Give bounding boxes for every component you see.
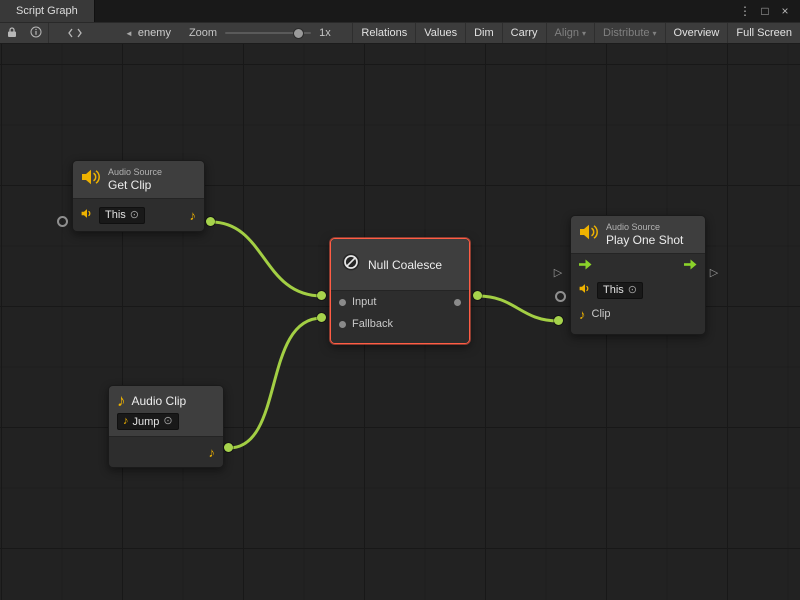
object-picker-icon: ⊙ [628, 285, 637, 296]
nullcoalesce-output-endpoint[interactable] [473, 291, 482, 300]
node-play-one-shot-header: Audio Source Play One Shot [571, 216, 705, 254]
node-category: Audio Source [606, 222, 683, 233]
nullcoalesce-fallback-endpoint[interactable] [317, 313, 326, 322]
toolbar-buttons: Relations Values Dim Carry Align▾ Distri… [352, 23, 800, 43]
values-button[interactable]: Values [415, 23, 465, 43]
breadcrumb-arrow-icon: ◄ [125, 29, 133, 38]
maximize-icon[interactable]: □ [756, 2, 774, 20]
playoneshot-clip-endpoint[interactable] [554, 316, 563, 325]
audio-clip-icon: ♪ [190, 209, 197, 222]
toolbar-separator [48, 23, 49, 43]
input-port[interactable] [339, 299, 346, 306]
flow-in-arrow-icon[interactable] [579, 257, 592, 275]
node-title: Audio Clip [132, 394, 187, 408]
object-picker-icon: ⊙ [163, 416, 172, 427]
code-view-button[interactable] [63, 23, 87, 43]
audioclip-output-port[interactable] [224, 443, 233, 452]
this-target-field[interactable]: This ⊙ [597, 282, 643, 299]
graph-toolbar: ◄ enemy Zoom 1x Relations Values Dim Car… [0, 22, 800, 44]
lock-button[interactable] [0, 23, 24, 43]
node-category: Audio Source [108, 167, 162, 178]
code-icon [68, 26, 82, 41]
playoneshot-this-input-port[interactable] [555, 291, 566, 302]
audio-clip-value-field[interactable]: ♪ Jump ⊙ [117, 413, 179, 430]
flow-out-port[interactable]: ▷ [708, 266, 720, 280]
node-title: Play One Shot [606, 233, 683, 247]
node-audio-clip[interactable]: ♪ Audio Clip ♪ Jump ⊙ ♪ [108, 385, 224, 468]
audio-clip-icon: ♪ [123, 416, 129, 427]
dim-button[interactable]: Dim [465, 23, 502, 43]
node-null-coalesce[interactable]: Null Coalesce Input Fallback [330, 238, 470, 344]
tab-title: Script Graph [16, 5, 78, 17]
chevron-down-icon: ▾ [582, 29, 586, 38]
flow-in-port[interactable]: ▷ [552, 266, 564, 280]
node-null-coalesce-header: Null Coalesce [331, 239, 469, 291]
node-play-one-shot[interactable]: Audio Source Play One Shot This ⊙ [570, 215, 706, 335]
audio-source-icon [579, 281, 591, 299]
node-title: Null Coalesce [368, 258, 442, 272]
this-target-field[interactable]: This ⊙ [99, 207, 145, 224]
distribute-button[interactable]: Distribute▾ [594, 23, 664, 43]
node-audio-clip-header: ♪ Audio Clip ♪ Jump ⊙ [109, 386, 223, 437]
breadcrumb-label: enemy [138, 27, 171, 39]
fullscreen-button[interactable]: Full Screen [727, 23, 800, 43]
getclip-output-port[interactable] [206, 217, 215, 226]
nullcoalesce-input-endpoint[interactable] [317, 291, 326, 300]
audio-source-icon [81, 206, 93, 224]
audio-clip-icon: ♪ [209, 446, 216, 459]
tab-bar: Script Graph ⋮ □ × [0, 0, 800, 22]
script-graph-window: Script Graph ⋮ □ × ◄ enemy [0, 0, 800, 600]
zoom-slider-handle[interactable] [293, 28, 304, 39]
getclip-this-input-port[interactable] [57, 216, 68, 227]
audio-clip-icon: ♪ [117, 392, 126, 409]
chevron-down-icon: ▾ [653, 29, 657, 38]
window-controls: ⋮ □ × [736, 0, 800, 22]
breadcrumb[interactable]: ◄ enemy [117, 23, 179, 43]
lock-icon [7, 26, 17, 41]
tab-script-graph[interactable]: Script Graph [0, 0, 95, 22]
audio-clip-icon: ♪ [579, 308, 586, 321]
output-port[interactable] [454, 299, 461, 306]
port-label: Input [352, 296, 376, 308]
relations-button[interactable]: Relations [352, 23, 415, 43]
menu-icon[interactable]: ⋮ [736, 2, 754, 20]
close-icon[interactable]: × [776, 2, 794, 20]
align-button[interactable]: Align▾ [546, 23, 594, 43]
audio-source-icon [81, 168, 101, 191]
fallback-port[interactable] [339, 321, 346, 328]
object-picker-icon: ⊙ [130, 210, 139, 221]
node-get-clip-header: Audio Source Get Clip [73, 161, 204, 199]
node-get-clip[interactable]: Audio Source Get Clip This ⊙ ♪ [72, 160, 205, 232]
zoom-slider[interactable] [225, 23, 311, 43]
null-coalesce-icon [341, 252, 361, 277]
zoom-value: 1x [319, 27, 331, 39]
zoom-label: Zoom [189, 27, 217, 39]
flow-out-arrow-icon[interactable] [684, 257, 697, 275]
audio-source-icon [579, 223, 599, 246]
port-label: Clip [592, 308, 611, 320]
info-icon [30, 26, 42, 41]
port-label: Fallback [352, 318, 393, 330]
overview-button[interactable]: Overview [665, 23, 728, 43]
carry-button[interactable]: Carry [502, 23, 546, 43]
node-title: Get Clip [108, 178, 162, 192]
info-button[interactable] [24, 23, 48, 43]
